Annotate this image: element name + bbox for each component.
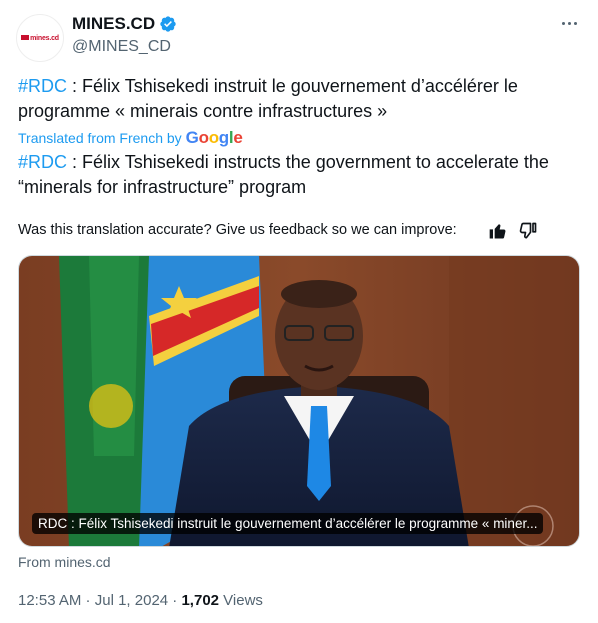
president-photo — [19, 256, 579, 546]
meta-separator: · — [81, 592, 95, 609]
more-options-icon[interactable] — [556, 12, 582, 34]
author-name[interactable]: MINES.CD — [72, 14, 155, 34]
feedback-question: Was this translation accurate? Give us f… — [18, 222, 457, 238]
tweet-date[interactable]: Jul 1, 2024 — [95, 592, 168, 609]
tweet-meta: 12:53 AM · Jul 1, 2024 · 1,702 Views — [18, 592, 263, 609]
translation-feedback: Was this translation accurate? Give us f… — [18, 222, 457, 238]
original-text: : Félix Tshisekedi instruit le gouvernem… — [18, 76, 518, 121]
avatar[interactable]: mines.cd — [16, 14, 64, 62]
views-label: Views — [219, 592, 263, 609]
tweet-original-text: #RDC : Félix Tshisekedi instruit le gouv… — [18, 74, 578, 124]
translated-label: Translated from French by — [18, 130, 182, 146]
author-name-row[interactable]: MINES.CD — [72, 14, 177, 34]
thumbs-up-icon[interactable] — [488, 221, 508, 241]
media-image[interactable] — [18, 255, 580, 547]
verified-badge-icon — [160, 16, 176, 32]
mines-cd-logo: mines.cd — [21, 35, 59, 42]
media-caption: RDC : Félix Tshisekedi instruit le gouve… — [32, 513, 544, 534]
hashtag-link[interactable]: #RDC — [18, 152, 67, 172]
tweet-time[interactable]: 12:53 AM — [18, 592, 81, 609]
logo-text: mines.cd — [30, 34, 59, 42]
thumbs-down-icon[interactable] — [518, 221, 538, 241]
author-handle[interactable]: @MINES_CD — [72, 38, 171, 56]
translated-text: : Félix Tshisekedi instructs the governm… — [18, 152, 549, 197]
card-source-link[interactable]: From mines.cd — [18, 554, 111, 570]
tweet-translated-text: #RDC : Félix Tshisekedi instructs the go… — [18, 150, 578, 200]
translated-from-label[interactable]: Translated from French by Google — [18, 128, 243, 148]
hashtag-link[interactable]: #RDC — [18, 76, 67, 96]
views-count: 1,702 — [181, 592, 220, 609]
google-logo: Google — [185, 128, 243, 147]
meta-separator: · — [168, 592, 182, 609]
